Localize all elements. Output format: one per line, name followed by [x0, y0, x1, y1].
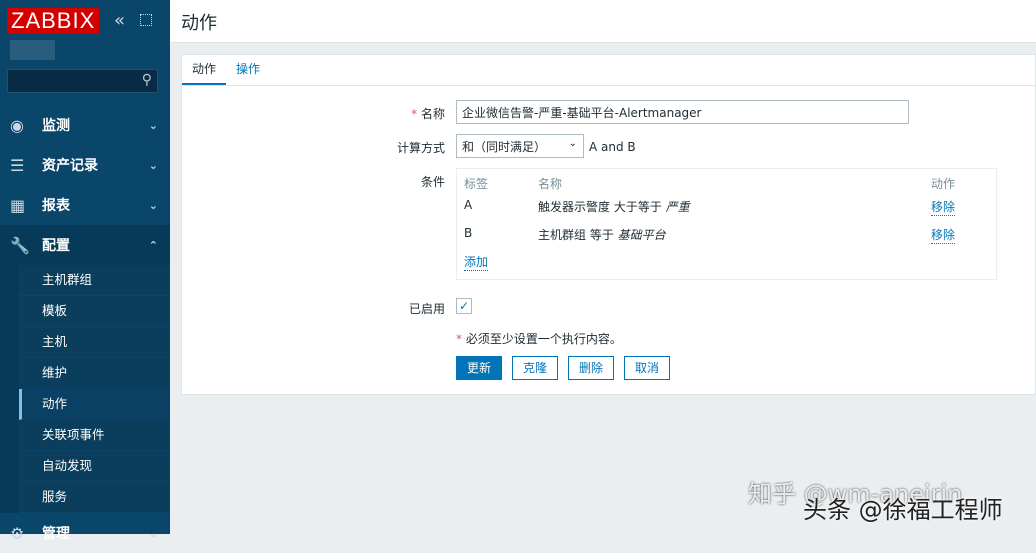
conditions-table: 标签 名称 动作 A 触发器示警度 大于等于 严重 移除 B 主机群组 等于 基础平台 移除…: [456, 168, 997, 280]
submenu-discovery[interactable]: 自动发现: [19, 451, 170, 482]
wrench-icon: 🔧: [10, 235, 30, 255]
submenu-maintenance[interactable]: 维护: [19, 358, 170, 389]
submenu-templates[interactable]: 模板: [19, 296, 170, 327]
page-header: 动作: [170, 0, 1036, 43]
watermark-toutiao: 头条 @徐福工程师: [803, 496, 1003, 524]
submenu-host-groups[interactable]: 主机群组: [19, 265, 170, 296]
menu-label: 配置: [42, 238, 70, 254]
submenu-event-correlation[interactable]: 关联项事件: [19, 420, 170, 451]
menu-label: 管理: [42, 526, 70, 542]
enabled-checkbox[interactable]: ✓: [456, 298, 472, 314]
menu-label: 报表: [42, 198, 70, 214]
chevron-down-icon: ⌄: [148, 198, 158, 212]
sidebar: ZABBIX « ⚲ ◉ 监测 ⌄ ☰ 资产记录 ⌄ ▦ 报表 ⌄ 🔧 配置 ⌃ 主机群组 模板…: [0, 0, 170, 543]
conditions-label: 条件: [420, 175, 445, 189]
clone-button[interactable]: 克隆: [512, 356, 559, 380]
cancel-button[interactable]: 取消: [624, 356, 671, 380]
enabled-label: 已启用: [408, 302, 445, 316]
list-icon: ☰: [10, 155, 25, 175]
tab-operations[interactable]: 操作: [226, 55, 270, 85]
menu-inventory[interactable]: ☰ 资产记录 ⌄: [0, 145, 170, 185]
menu-administration[interactable]: ⚙ 管理 ⌄: [0, 513, 170, 553]
submenu-services[interactable]: 服务: [19, 482, 170, 513]
page-title: 动作: [181, 13, 217, 34]
chevron-down-icon: ⌄: [148, 118, 158, 132]
search-input[interactable]: ⚲: [7, 69, 158, 93]
remove-link[interactable]: 移除: [931, 198, 956, 216]
delete-button[interactable]: 删除: [568, 356, 615, 380]
menu-configuration[interactable]: 🔧 配置 ⌃: [0, 225, 170, 265]
name-label: * 名称: [411, 107, 445, 121]
remove-link[interactable]: 移除: [931, 226, 956, 244]
chevron-down-icon: ⌄: [148, 158, 158, 172]
menu-reports[interactable]: ▦ 报表 ⌄: [0, 185, 170, 225]
name-input[interactable]: 企业微信告警-严重-基础平台-Alertmanager: [456, 100, 909, 124]
tab-action[interactable]: 动作: [182, 55, 227, 85]
chevron-down-icon: ⌄: [148, 526, 158, 540]
update-button[interactable]: 更新: [456, 356, 503, 380]
blurred-area: [10, 40, 55, 60]
kiosk-mode-icon[interactable]: [140, 14, 152, 26]
collapse-sidebar-icon[interactable]: «: [114, 10, 125, 31]
eye-icon: ◉: [10, 115, 24, 135]
add-condition-link[interactable]: 添加: [464, 253, 489, 271]
menu-label: 资产记录: [42, 158, 98, 174]
menu-label: 监测: [42, 118, 70, 134]
chart-icon: ▦: [10, 195, 26, 215]
chevron-up-icon: ⌃: [148, 238, 158, 252]
zabbix-logo[interactable]: ZABBIX: [7, 8, 100, 34]
calc-expression: A and B: [589, 140, 636, 154]
search-icon[interactable]: ⚲: [142, 72, 152, 88]
submenu-actions[interactable]: 动作: [19, 389, 170, 420]
action-form: 动作 操作 * 名称 企业微信告警-严重-基础平台-Alertmanager 计…: [181, 54, 1036, 395]
gear-icon: ⚙: [10, 523, 25, 543]
calc-select[interactable]: 和（同时满足） ⌄: [456, 134, 584, 158]
calc-label: 计算方式: [396, 141, 445, 155]
submenu-hosts[interactable]: 主机: [19, 327, 170, 358]
menu-monitoring[interactable]: ◉ 监测 ⌄: [0, 105, 170, 145]
required-note: * 必须至少设置一个执行内容。: [456, 332, 622, 346]
chevron-down-icon: ⌄: [568, 138, 577, 149]
